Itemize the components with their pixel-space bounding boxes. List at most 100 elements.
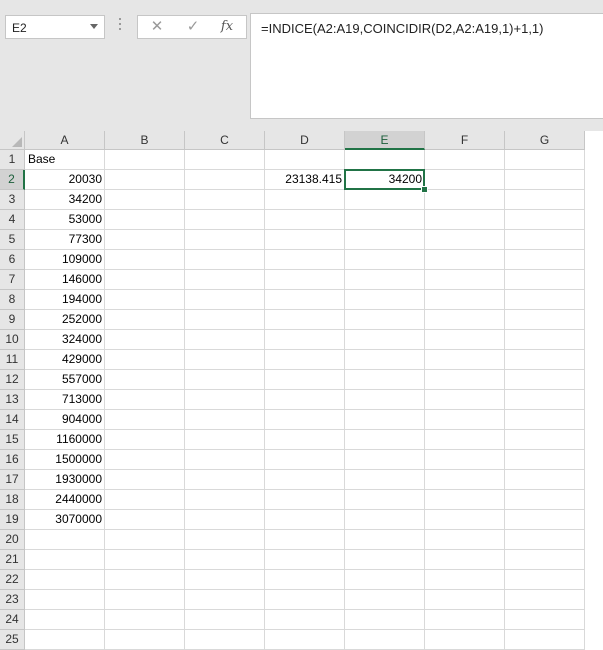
cell-b2[interactable] bbox=[105, 170, 185, 190]
chevron-down-icon[interactable] bbox=[90, 24, 98, 29]
cell-c10[interactable] bbox=[185, 330, 265, 350]
cell-c8[interactable] bbox=[185, 290, 265, 310]
cell-c12[interactable] bbox=[185, 370, 265, 390]
row-header-7[interactable]: 7 bbox=[0, 270, 25, 290]
row-header-12[interactable]: 12 bbox=[0, 370, 25, 390]
cell-b21[interactable] bbox=[105, 550, 185, 570]
cell-a1[interactable]: Base bbox=[25, 150, 105, 170]
cell-c14[interactable] bbox=[185, 410, 265, 430]
row-header-16[interactable]: 16 bbox=[0, 450, 25, 470]
cell-g21[interactable] bbox=[505, 550, 585, 570]
cell-f4[interactable] bbox=[425, 210, 505, 230]
cell-c6[interactable] bbox=[185, 250, 265, 270]
cell-g9[interactable] bbox=[505, 310, 585, 330]
cell-b1[interactable] bbox=[105, 150, 185, 170]
cell-c25[interactable] bbox=[185, 630, 265, 650]
cell-a11[interactable]: 429000 bbox=[25, 350, 105, 370]
cell-b6[interactable] bbox=[105, 250, 185, 270]
cell-b4[interactable] bbox=[105, 210, 185, 230]
cell-f3[interactable] bbox=[425, 190, 505, 210]
cell-c15[interactable] bbox=[185, 430, 265, 450]
row-header-19[interactable]: 19 bbox=[0, 510, 25, 530]
row-header-25[interactable]: 25 bbox=[0, 630, 25, 650]
cell-c17[interactable] bbox=[185, 470, 265, 490]
cell-a21[interactable] bbox=[25, 550, 105, 570]
cell-e19[interactable] bbox=[345, 510, 425, 530]
column-header-c[interactable]: C bbox=[185, 131, 265, 150]
cell-g4[interactable] bbox=[505, 210, 585, 230]
cell-c18[interactable] bbox=[185, 490, 265, 510]
cell-c16[interactable] bbox=[185, 450, 265, 470]
cell-a18[interactable]: 2440000 bbox=[25, 490, 105, 510]
row-header-23[interactable]: 23 bbox=[0, 590, 25, 610]
cell-c21[interactable] bbox=[185, 550, 265, 570]
cell-e13[interactable] bbox=[345, 390, 425, 410]
spreadsheet-grid[interactable]: A B C D E F G 1 Base 2 20030 23138.415 34200 3 34200 4 5… bbox=[0, 131, 603, 650]
cell-g2[interactable] bbox=[505, 170, 585, 190]
cell-c19[interactable] bbox=[185, 510, 265, 530]
cell-b20[interactable] bbox=[105, 530, 185, 550]
cell-b16[interactable] bbox=[105, 450, 185, 470]
cell-e3[interactable] bbox=[345, 190, 425, 210]
cell-b11[interactable] bbox=[105, 350, 185, 370]
cell-f5[interactable] bbox=[425, 230, 505, 250]
cell-f14[interactable] bbox=[425, 410, 505, 430]
cell-b18[interactable] bbox=[105, 490, 185, 510]
cell-b17[interactable] bbox=[105, 470, 185, 490]
cell-b23[interactable] bbox=[105, 590, 185, 610]
cell-a24[interactable] bbox=[25, 610, 105, 630]
cell-d22[interactable] bbox=[265, 570, 345, 590]
cell-a17[interactable]: 1930000 bbox=[25, 470, 105, 490]
cell-a7[interactable]: 146000 bbox=[25, 270, 105, 290]
cell-d20[interactable] bbox=[265, 530, 345, 550]
cell-d7[interactable] bbox=[265, 270, 345, 290]
cell-d8[interactable] bbox=[265, 290, 345, 310]
cell-g23[interactable] bbox=[505, 590, 585, 610]
enter-icon[interactable]: ✓ bbox=[178, 16, 208, 38]
cell-g7[interactable] bbox=[505, 270, 585, 290]
column-header-f[interactable]: F bbox=[425, 131, 505, 150]
cell-c11[interactable] bbox=[185, 350, 265, 370]
column-header-d[interactable]: D bbox=[265, 131, 345, 150]
row-header-10[interactable]: 10 bbox=[0, 330, 25, 350]
cell-c23[interactable] bbox=[185, 590, 265, 610]
cell-b24[interactable] bbox=[105, 610, 185, 630]
row-header-18[interactable]: 18 bbox=[0, 490, 25, 510]
cell-f12[interactable] bbox=[425, 370, 505, 390]
cell-a25[interactable] bbox=[25, 630, 105, 650]
cell-a19[interactable]: 3070000 bbox=[25, 510, 105, 530]
row-header-24[interactable]: 24 bbox=[0, 610, 25, 630]
cell-g12[interactable] bbox=[505, 370, 585, 390]
cell-d18[interactable] bbox=[265, 490, 345, 510]
cell-b25[interactable] bbox=[105, 630, 185, 650]
cell-g10[interactable] bbox=[505, 330, 585, 350]
cell-c4[interactable] bbox=[185, 210, 265, 230]
cell-g19[interactable] bbox=[505, 510, 585, 530]
cell-f1[interactable] bbox=[425, 150, 505, 170]
cell-f20[interactable] bbox=[425, 530, 505, 550]
cell-f7[interactable] bbox=[425, 270, 505, 290]
cell-g6[interactable] bbox=[505, 250, 585, 270]
cell-e24[interactable] bbox=[345, 610, 425, 630]
cell-d11[interactable] bbox=[265, 350, 345, 370]
cell-f2[interactable] bbox=[425, 170, 505, 190]
cell-g14[interactable] bbox=[505, 410, 585, 430]
cell-d21[interactable] bbox=[265, 550, 345, 570]
row-header-4[interactable]: 4 bbox=[0, 210, 25, 230]
cell-d19[interactable] bbox=[265, 510, 345, 530]
cell-g16[interactable] bbox=[505, 450, 585, 470]
row-header-1[interactable]: 1 bbox=[0, 150, 25, 170]
cell-c13[interactable] bbox=[185, 390, 265, 410]
row-header-15[interactable]: 15 bbox=[0, 430, 25, 450]
insert-function-button[interactable]: fx bbox=[212, 16, 242, 38]
formula-text[interactable]: =INDICE(A2:A19,COINCIDIR(D2,A2:A19,1)+1,… bbox=[261, 21, 544, 36]
row-header-6[interactable]: 6 bbox=[0, 250, 25, 270]
cell-f17[interactable] bbox=[425, 470, 505, 490]
cell-e12[interactable] bbox=[345, 370, 425, 390]
cell-b14[interactable] bbox=[105, 410, 185, 430]
cell-a6[interactable]: 109000 bbox=[25, 250, 105, 270]
cell-f18[interactable] bbox=[425, 490, 505, 510]
cell-d3[interactable] bbox=[265, 190, 345, 210]
cell-f8[interactable] bbox=[425, 290, 505, 310]
cell-d2[interactable]: 23138.415 bbox=[265, 170, 345, 190]
